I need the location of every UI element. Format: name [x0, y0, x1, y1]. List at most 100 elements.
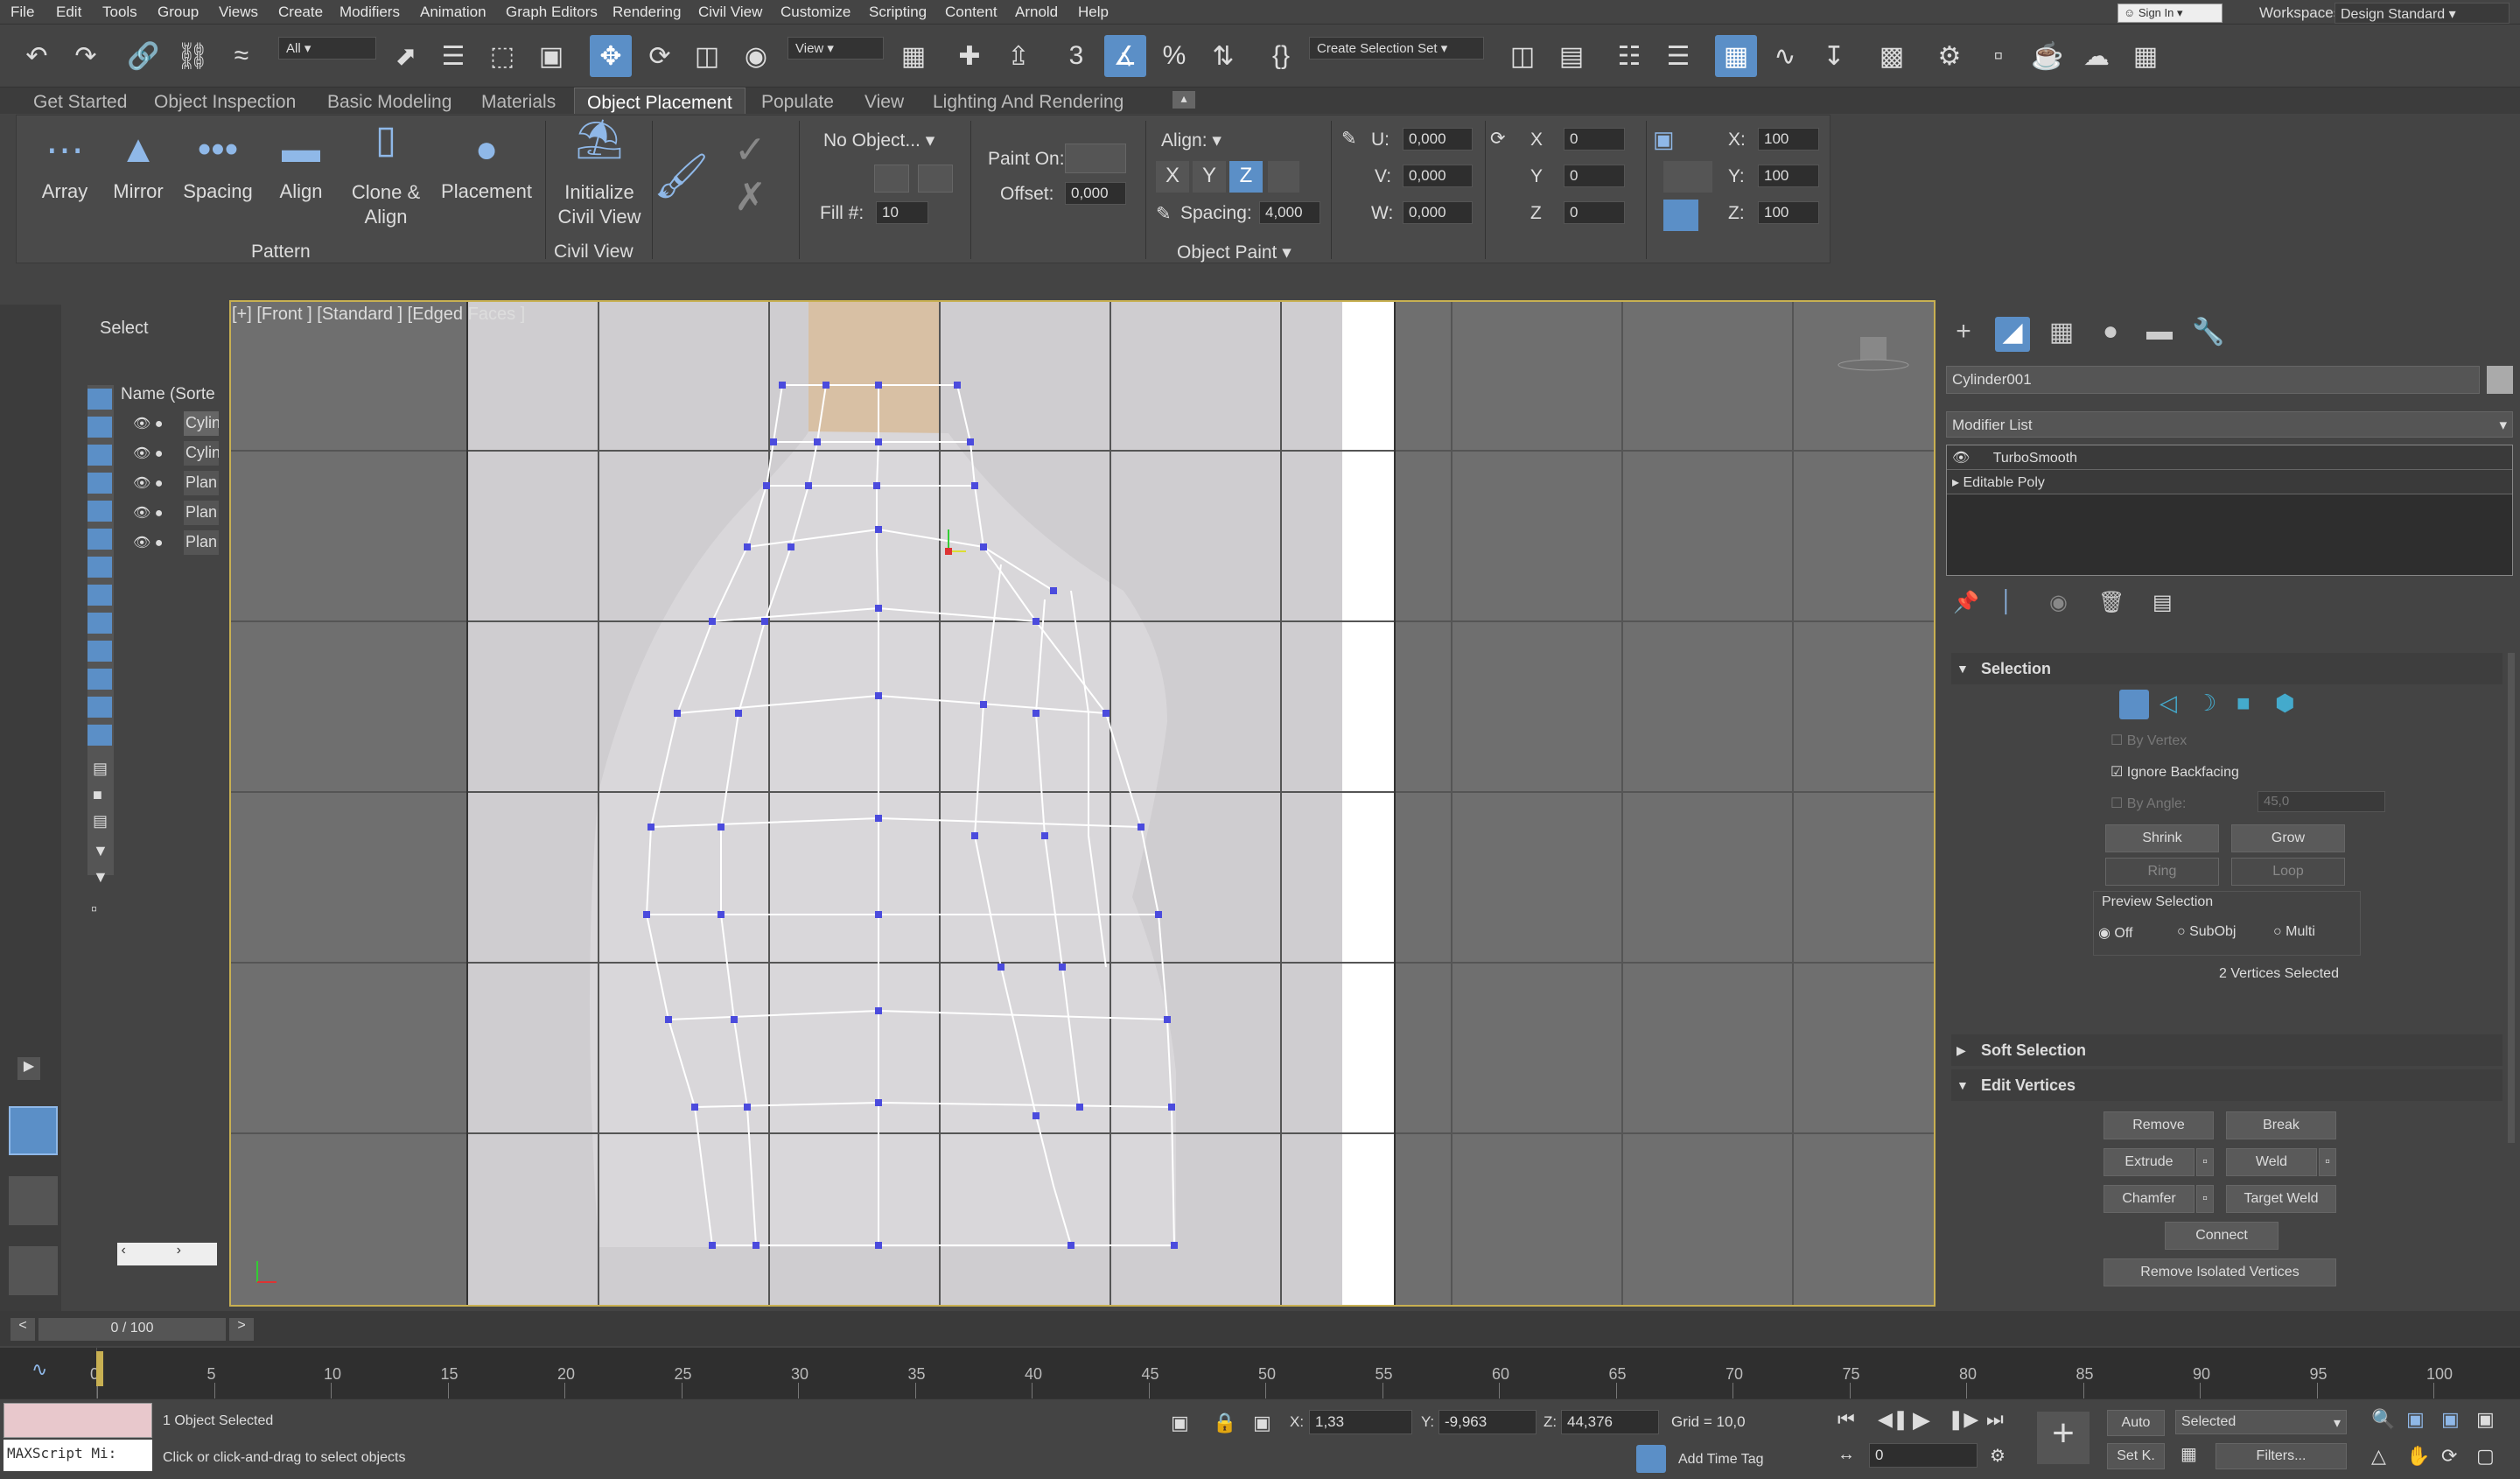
- container-icon[interactable]: ▫: [91, 900, 97, 920]
- scale-icon[interactable]: ◫: [686, 35, 728, 77]
- scale-x-input[interactable]: 100: [1758, 128, 1819, 151]
- expand-arrow-icon[interactable]: ▸: [1952, 475, 1959, 490]
- filter-icon[interactable]: ▼: [93, 842, 108, 860]
- scale-object-icon[interactable]: ▣: [1653, 126, 1679, 152]
- border-mode-icon[interactable]: ☽: [2196, 690, 2216, 717]
- modify-tab-icon[interactable]: ◢: [1995, 317, 2030, 352]
- isolate-selection-icon[interactable]: ▣: [1171, 1412, 1189, 1434]
- time-slider[interactable]: 0 / 100: [38, 1318, 226, 1341]
- by-vertex-checkbox[interactable]: ☐ By Vertex: [2110, 732, 2187, 749]
- edit-named-sel-icon[interactable]: {}: [1260, 35, 1302, 77]
- object-name-field[interactable]: Cylinder001: [1946, 366, 2480, 394]
- ribbon-minimize-icon[interactable]: ▴: [1172, 91, 1195, 109]
- menu-customize[interactable]: Customize: [780, 4, 850, 21]
- viewport-layout-single-icon[interactable]: [9, 1106, 58, 1155]
- edit-vertices-rollout-header[interactable]: Edit Vertices: [1951, 1069, 2502, 1101]
- zoom-icon[interactable]: 🔍: [2371, 1408, 2395, 1431]
- goto-end-icon[interactable]: ⏭: [1986, 1408, 2004, 1431]
- element-mode-icon[interactable]: ⬢: [2275, 690, 2295, 717]
- maxscript-input[interactable]: MAXScript Mi:: [4, 1440, 152, 1471]
- offset-input[interactable]: 0,000: [1065, 182, 1126, 205]
- stack-item-editable-poly[interactable]: ▸ Editable Poly: [1947, 470, 2512, 494]
- stack-item-turbosmooth[interactable]: 👁 TurboSmooth: [1947, 445, 2512, 470]
- menu-arnold[interactable]: Arnold: [1015, 4, 1058, 21]
- snaps-toggle-icon[interactable]: 3: [1055, 35, 1097, 77]
- visibility-eye-icon[interactable]: 👁 ●: [133, 415, 163, 432]
- unlink-icon[interactable]: ⛓: [172, 35, 214, 77]
- scene-item-name[interactable]: Cylin: [184, 441, 219, 466]
- key-filter-dropdown[interactable]: Selected ▾: [2175, 1410, 2347, 1434]
- reference-coord-dropdown[interactable]: View ▾: [788, 37, 884, 60]
- placement-button[interactable]: ● Placement: [438, 128, 535, 203]
- workspace-select[interactable]: Design Standard ▾: [2334, 3, 2510, 24]
- paint-on-dropdown[interactable]: [1065, 144, 1126, 173]
- selection-filter-dropdown[interactable]: All ▾: [278, 37, 376, 60]
- undo-icon[interactable]: ↶: [16, 35, 58, 77]
- front-viewport[interactable]: [229, 300, 1936, 1307]
- motion-tab-icon[interactable]: ●: [2093, 317, 2128, 352]
- menu-graph-editors[interactable]: Graph Editors: [506, 4, 598, 21]
- play-icon[interactable]: ▶: [1913, 1406, 1930, 1433]
- pick-list-icon[interactable]: [918, 165, 953, 193]
- viewport-label[interactable]: [+] [Front ] [Standard ] [Edged Faces ]: [232, 305, 525, 325]
- ribbon-toggle-icon[interactable]: ▦: [1715, 35, 1757, 77]
- object-paint-panel-label[interactable]: Object Paint ▾: [1177, 242, 1292, 263]
- time-tag-icon[interactable]: [1636, 1445, 1666, 1473]
- window-crossing-icon[interactable]: ▣: [530, 35, 572, 77]
- time-config-icon[interactable]: ⚙: [1990, 1445, 2006, 1467]
- zoom-extents-all-icon[interactable]: ▣: [2476, 1408, 2495, 1431]
- target-weld-button[interactable]: Target Weld: [2226, 1185, 2336, 1213]
- grow-button[interactable]: Grow: [2231, 824, 2345, 852]
- preview-off-radio[interactable]: ◉ Off: [2098, 924, 2132, 942]
- timeline-track[interactable]: ∿ 0 5 10 15 20 25 30 35 40 45 50 55 60 65 70 75 80 85 90 95…: [0, 1348, 2520, 1398]
- commit-check-icon[interactable]: ✓: [734, 128, 766, 172]
- lock-scale-icon[interactable]: [1663, 200, 1698, 231]
- pivot-center-icon[interactable]: ▦: [892, 35, 934, 77]
- fill-input[interactable]: 10: [876, 201, 928, 224]
- weld-button[interactable]: Weld: [2226, 1148, 2317, 1176]
- menu-civil-view[interactable]: Civil View: [698, 4, 762, 21]
- menu-animation[interactable]: Animation: [420, 4, 486, 21]
- zoom-all-icon[interactable]: ▣: [2406, 1408, 2425, 1431]
- tab-basic-modeling[interactable]: Basic Modeling: [315, 88, 464, 114]
- scene-explorer-icon[interactable]: ☷: [1608, 35, 1650, 77]
- menu-edit[interactable]: Edit: [56, 4, 81, 21]
- pick-object-icon[interactable]: [874, 165, 909, 193]
- spacing-button[interactable]: ••• Spacing: [183, 128, 253, 203]
- shrink-button[interactable]: Shrink: [2105, 824, 2219, 852]
- tab-populate[interactable]: Populate: [749, 88, 846, 114]
- scene-item-name[interactable]: Plan: [184, 530, 219, 555]
- scene-item-name[interactable]: Plan: [184, 501, 219, 525]
- key-mode-icon[interactable]: ↔: [1838, 1445, 1855, 1465]
- scale-z-input[interactable]: 100: [1758, 201, 1819, 224]
- y-coord-input[interactable]: -9,963: [1438, 1410, 1536, 1434]
- display-shapes-icon[interactable]: [88, 445, 112, 466]
- redo-icon[interactable]: ↷: [65, 35, 107, 77]
- mirror-button[interactable]: ▲ Mirror: [108, 128, 169, 203]
- edge-mode-icon[interactable]: ◁: [2160, 690, 2177, 717]
- axis-x-button[interactable]: X: [1156, 161, 1189, 193]
- visibility-eye-icon[interactable]: 👁 ●: [133, 504, 163, 522]
- connect-button[interactable]: Connect: [2165, 1222, 2278, 1250]
- chamfer-settings-icon[interactable]: ▫: [2196, 1185, 2214, 1213]
- angle-snap-icon[interactable]: ∡: [1104, 35, 1146, 77]
- tab-view[interactable]: View: [852, 88, 916, 114]
- tab-get-started[interactable]: Get Started: [21, 88, 139, 114]
- align-icon[interactable]: ▤: [1550, 35, 1592, 77]
- extrude-settings-icon[interactable]: ▫: [2196, 1148, 2214, 1176]
- x-coord-input[interactable]: 1,33: [1309, 1410, 1412, 1434]
- chamfer-button[interactable]: Chamfer: [2104, 1185, 2194, 1213]
- display-frozen-icon[interactable]: [88, 697, 112, 718]
- spacing-input[interactable]: 4,000: [1259, 201, 1320, 224]
- rot-y-input[interactable]: 0: [1564, 165, 1625, 187]
- viewport-layout-quad-icon[interactable]: [9, 1246, 58, 1295]
- next-key-icon[interactable]: ❚▶: [1948, 1408, 1978, 1431]
- named-selection-dropdown[interactable]: Create Selection Set ▾: [1309, 37, 1484, 60]
- object-color-swatch[interactable]: [2487, 366, 2513, 394]
- viewport-layout-split-icon[interactable]: [9, 1176, 58, 1225]
- next-frame-button[interactable]: >: [229, 1318, 254, 1341]
- add-time-tag[interactable]: Add Time Tag: [1678, 1452, 1764, 1468]
- loop-button[interactable]: Loop: [2231, 858, 2345, 886]
- configure-sets-icon[interactable]: ▤: [2152, 590, 2173, 615]
- field-of-view-icon[interactable]: △: [2371, 1445, 2386, 1468]
